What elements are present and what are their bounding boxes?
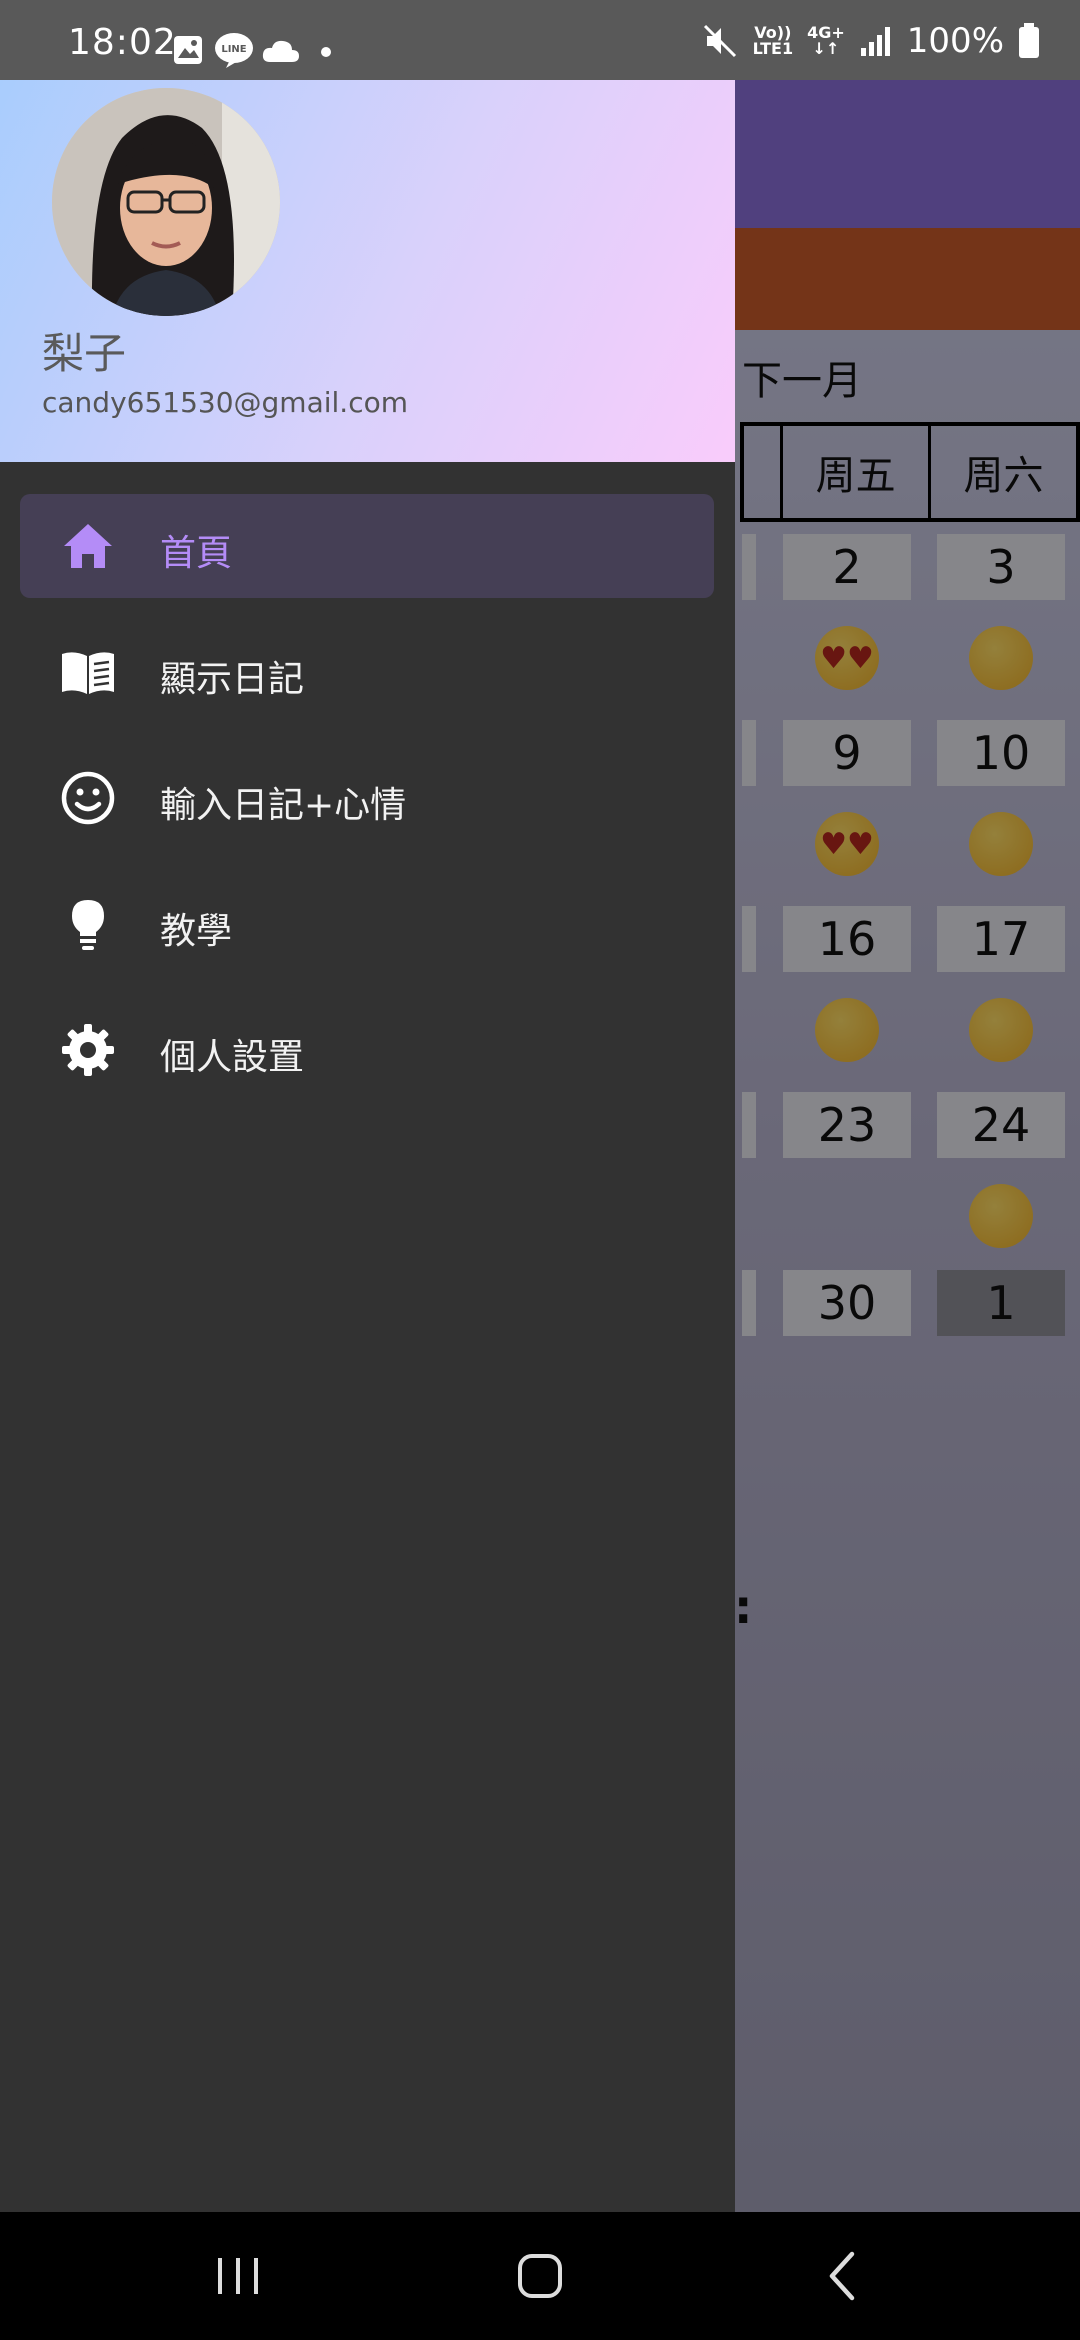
home-button-icon[interactable]: [506, 2242, 574, 2310]
menu-item-input-diary[interactable]: 輸入日記+心情: [20, 746, 714, 850]
user-photo-icon: [52, 88, 280, 316]
recent-apps-icon[interactable]: [204, 2242, 272, 2310]
lightbulb-icon: [72, 900, 104, 950]
cloud-icon: [262, 40, 299, 62]
navigation-drawer: 梨子 candy651530@gmail.com 首頁 顯示日記 輸入日記+心情: [0, 80, 735, 2212]
svg-text:LINE: LINE: [221, 44, 246, 55]
mute-icon: [703, 24, 736, 58]
book-icon: [62, 652, 114, 694]
home-icon: [64, 524, 112, 568]
network-indicator: Vo)) LTE1: [753, 25, 794, 57]
dot-icon: [321, 47, 331, 57]
battery-percent: 100%: [906, 21, 1004, 61]
drawer-header: 梨子 candy651530@gmail.com: [0, 80, 735, 462]
menu-label: 教學: [160, 911, 233, 952]
data-arrows-icon: ↓↑: [812, 39, 840, 58]
signal-type-indicator: 4G+ ↓↑: [807, 25, 845, 57]
menu-item-home[interactable]: 首頁: [20, 494, 714, 598]
gear-icon: [62, 1024, 114, 1076]
battery-icon: [1019, 23, 1039, 58]
menu-label: 首頁: [160, 533, 233, 574]
menu-label: 個人設置: [160, 1037, 305, 1078]
user-email: candy651530@gmail.com: [42, 386, 408, 419]
system-nav-bar: [0, 2212, 1080, 2340]
menu-label: 輸入日記+心情: [160, 785, 407, 826]
user-name: 梨子: [42, 329, 127, 378]
menu-item-personal-settings[interactable]: 個人設置: [20, 998, 714, 1102]
status-bar: 18:02 LINE Vo)) LTE1 4G+ ↓↑ 100%: [0, 0, 1080, 80]
gallery-icon: [174, 36, 202, 64]
menu-item-show-diary[interactable]: 顯示日記: [20, 620, 714, 724]
avatar[interactable]: [52, 88, 280, 316]
menu-label: 顯示日記: [160, 659, 305, 700]
signal-icon: [860, 27, 890, 56]
smiley-icon: [61, 771, 115, 825]
menu-item-tutorial[interactable]: 教學: [20, 872, 714, 976]
status-time: 18:02: [68, 22, 177, 63]
back-icon[interactable]: [810, 2242, 878, 2310]
network-bottom-label: LTE1: [752, 39, 794, 58]
line-app-icon: LINE: [215, 33, 253, 68]
